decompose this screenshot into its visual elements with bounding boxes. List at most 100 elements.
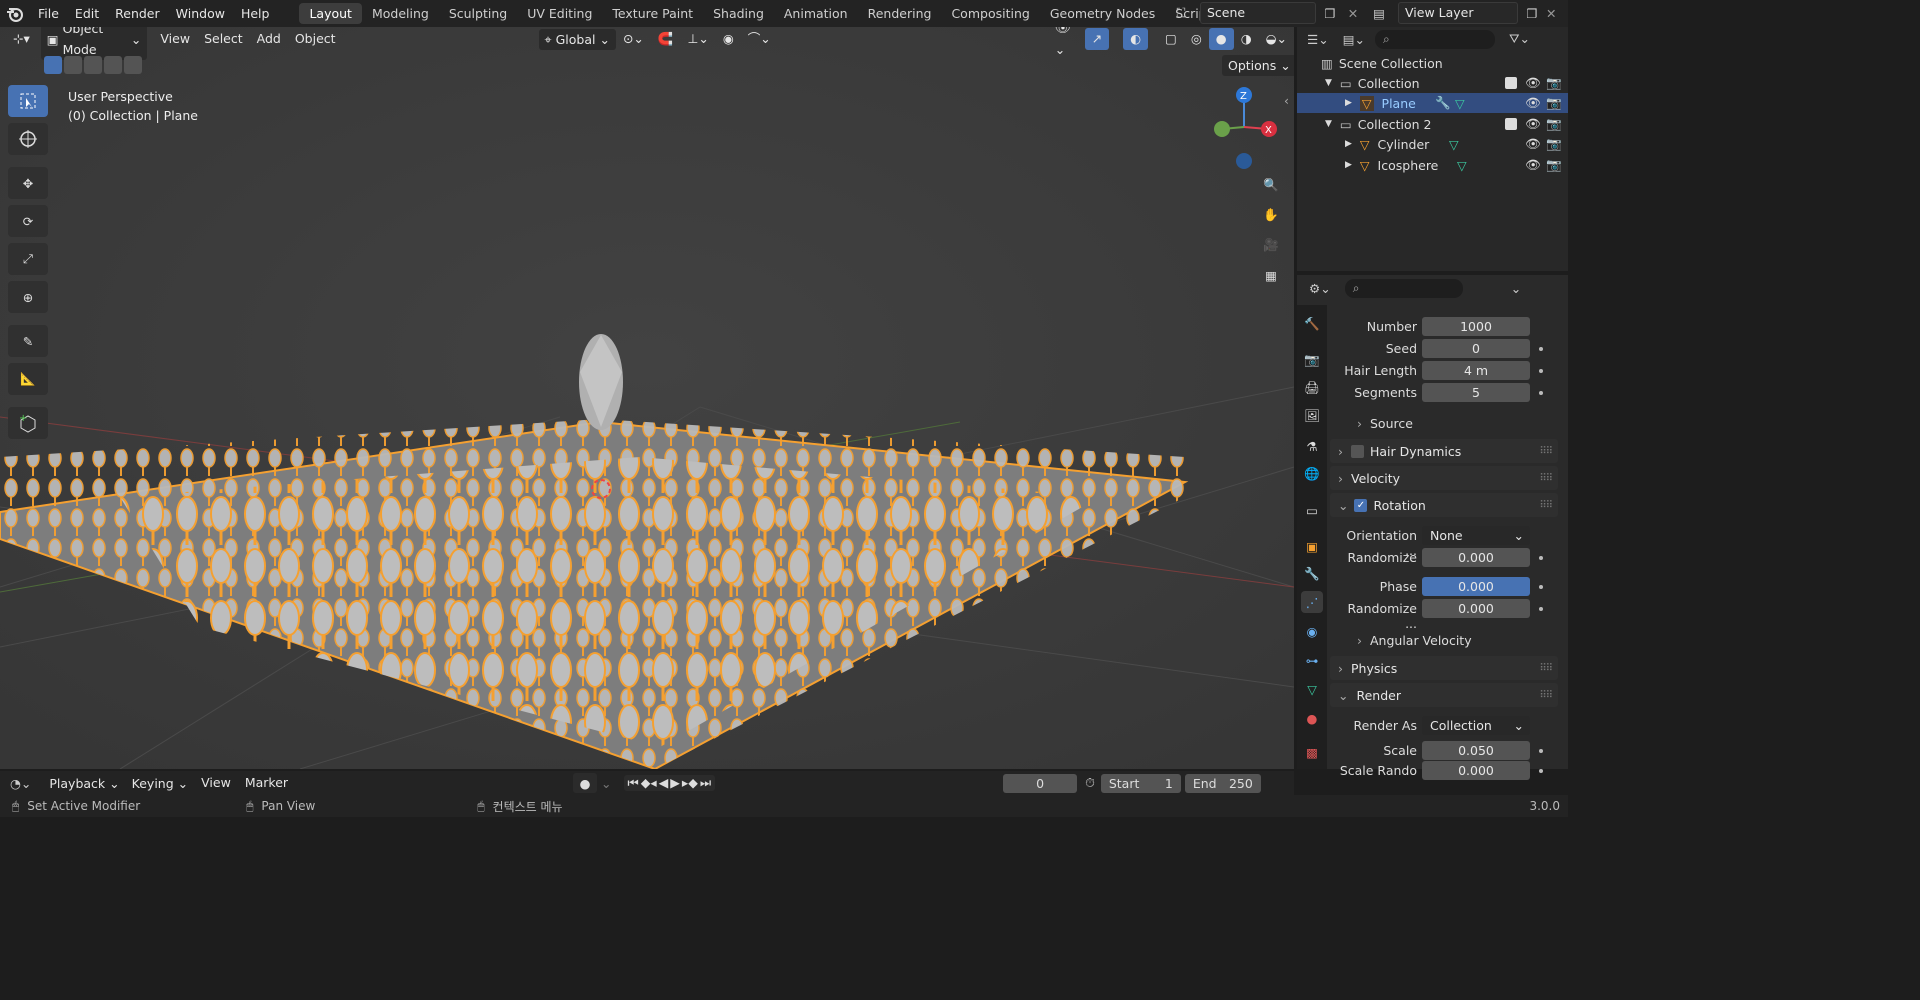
source-subpanel[interactable]: › Source [1357,416,1413,431]
orientation-dropdown[interactable]: None ⌄ [1422,526,1530,545]
randomize-field[interactable]: 0.000 [1422,548,1530,567]
tab-shading[interactable]: Shading [703,3,774,24]
outliner-row-scene-collection[interactable]: ▥ Scene Collection [1297,53,1568,73]
physics-panel-header[interactable]: › Physics ⠿⠿ [1330,656,1558,680]
select-new-icon[interactable] [44,56,62,74]
segments-field[interactable]: 5 [1422,383,1530,402]
eye-icon[interactable]: 👁 [1525,116,1541,132]
randomize-phase-field[interactable]: 0.000 [1422,599,1530,618]
tab-geometry-nodes[interactable]: Geometry Nodes [1040,3,1165,24]
editor-type-icon[interactable]: ⊹▾ [6,28,37,50]
view-layer-icon[interactable]: ▤ [1364,2,1394,24]
menu-help[interactable]: Help [233,0,278,27]
keyframe-dot[interactable] [1539,769,1543,773]
expand-arrow-icon[interactable]: ▼ [1325,119,1332,129]
eye-icon[interactable]: 👁 [1525,157,1541,173]
drag-handle-icon[interactable]: ⠿⠿ [1539,473,1553,484]
scene-tab-icon[interactable]: ⚗ [1301,435,1323,457]
data-tab-icon[interactable]: ▽ [1301,678,1323,700]
expand-arrow-icon[interactable]: ▼ [1325,78,1332,88]
tab-texture-paint[interactable]: Texture Paint [602,3,703,24]
jump-end-icon[interactable]: ⏭ [700,775,711,791]
tab-sculpting[interactable]: Sculpting [439,3,517,24]
pan-hand-icon[interactable]: ✋ [1257,201,1285,229]
camera-icon[interactable]: 📷 [1546,116,1562,132]
prev-keyframe-icon[interactable]: ◆◂ [641,775,657,791]
measure-tool-icon[interactable]: 📐 [8,363,48,395]
outliner-row-icosphere[interactable]: ▶ ▽ Icosphere ▽ 👁 📷 [1297,155,1568,175]
camera-view-icon[interactable]: 🎥 [1257,231,1285,259]
outliner-row-collection[interactable]: ▼ ▭ Collection 👁 📷 [1297,73,1568,93]
expand-arrow-icon[interactable]: ▶ [1345,160,1352,170]
seed-field[interactable]: 0 [1422,339,1530,358]
start-frame-field[interactable]: Start 1 [1100,773,1181,793]
solid-shading-icon[interactable]: ● [1208,28,1234,50]
modifier-wrench-icon[interactable]: 🔧 [1435,95,1451,111]
timeline-view-menu[interactable]: View [194,772,238,794]
ortho-grid-icon[interactable]: ▦ [1257,261,1285,289]
sidebar-toggle-icon[interactable]: ‹ [1284,93,1289,108]
keyframe-type-icon[interactable]: ⌄ [601,776,611,791]
snap-icon[interactable]: 🧲 [651,28,681,50]
select-invert-icon[interactable] [104,56,122,74]
timeline-editor-type-icon[interactable]: ◔⌄ [10,776,31,791]
keying-menu[interactable]: Keying ⌄ [126,773,194,794]
end-frame-field[interactable]: End 250 [1184,773,1261,793]
tab-compositing[interactable]: Compositing [941,3,1039,24]
proportional-edit-icon[interactable]: ◉ [716,28,741,50]
render-as-dropdown[interactable]: Collection ⌄ [1422,716,1530,735]
delete-view-layer-icon[interactable]: ✕ [1546,6,1556,21]
outliner-editor-type-icon[interactable]: ☰⌄ [1307,32,1329,47]
overlays-icon[interactable]: ◐ [1123,28,1149,50]
blender-logo-icon[interactable] [0,0,30,27]
tab-animation[interactable]: Animation [774,3,858,24]
output-tab-icon[interactable]: 🖨 [1301,377,1323,399]
modifier-tab-icon[interactable]: 🔧 [1301,563,1323,585]
particles-tab-icon[interactable]: ⋰ [1301,591,1323,613]
keyframe-dot[interactable] [1539,391,1543,395]
jump-start-icon[interactable]: ⏮ [628,775,639,791]
render-tab-icon[interactable]: 📷 [1301,349,1323,371]
drag-handle-icon[interactable]: ⠿⠿ [1539,690,1553,701]
filter-icon[interactable]: ⛛⌄ [1509,31,1530,47]
menu-select[interactable]: Select [197,28,250,50]
gizmo-icon[interactable]: ↗ [1084,28,1110,50]
stopwatch-icon[interactable]: ⏱ [1085,775,1095,791]
velocity-panel-header[interactable]: › Velocity ⠿⠿ [1330,466,1558,490]
texture-tab-icon[interactable]: ▩ [1301,741,1323,763]
scale-random-field[interactable]: 0.000 [1422,761,1530,780]
keyframe-dot[interactable] [1539,749,1543,753]
material-tab-icon[interactable]: ● [1301,707,1323,729]
new-view-layer-icon[interactable]: ❐ [1522,6,1542,21]
pivot-point-icon[interactable]: ⊙⌄ [616,28,651,50]
outliner-row-plane[interactable]: ▶ ▽ Plane 🔧 ▽ 👁 📷 [1297,93,1568,113]
hair-length-field[interactable]: 4 m [1422,361,1530,380]
expand-arrow-icon[interactable]: ▶ [1345,98,1352,108]
wireframe-shading-icon[interactable]: ◎ [1184,28,1209,50]
3d-viewport[interactable]: ⊹▾ ▣ Object Mode ⌄ View Select Add Objec… [0,27,1294,769]
falloff-icon[interactable]: ⌒⌄ [741,28,778,50]
navigation-gizmo[interactable]: Z X [1204,85,1284,175]
menu-object[interactable]: Object [288,28,343,50]
properties-options-icon[interactable]: ⌄ [1511,281,1521,296]
options-dropdown[interactable]: Options ⌄ [1222,55,1294,76]
keyframe-dot[interactable] [1539,556,1543,560]
add-cube-tool-icon[interactable]: + [8,407,48,439]
keyframe-dot[interactable] [1539,585,1543,589]
play-reverse-icon[interactable]: ◀ [659,775,669,791]
collection-tab-icon[interactable]: ▭ [1301,499,1323,521]
select-subtract-icon[interactable] [84,56,102,74]
view-layer-tab-icon[interactable]: 🖼 [1301,405,1323,427]
expand-arrow-icon[interactable]: ▶ [1345,139,1352,149]
next-keyframe-icon[interactable]: ▸◆ [682,775,698,791]
scale-field[interactable]: 0.050 [1422,741,1530,760]
menu-view[interactable]: View [153,28,197,50]
number-field[interactable]: 1000 [1422,317,1530,336]
transform-orientation-dropdown[interactable]: ⌖ Global ⌄ [538,28,616,50]
record-icon[interactable]: ● [573,773,598,793]
playback-menu[interactable]: Playback ⌄ [43,773,125,794]
camera-icon[interactable]: 📷 [1546,157,1562,173]
mesh-data-icon[interactable]: ▽ [1449,137,1459,152]
camera-icon[interactable]: 📷 [1546,136,1562,152]
tab-rendering[interactable]: Rendering [858,3,942,24]
